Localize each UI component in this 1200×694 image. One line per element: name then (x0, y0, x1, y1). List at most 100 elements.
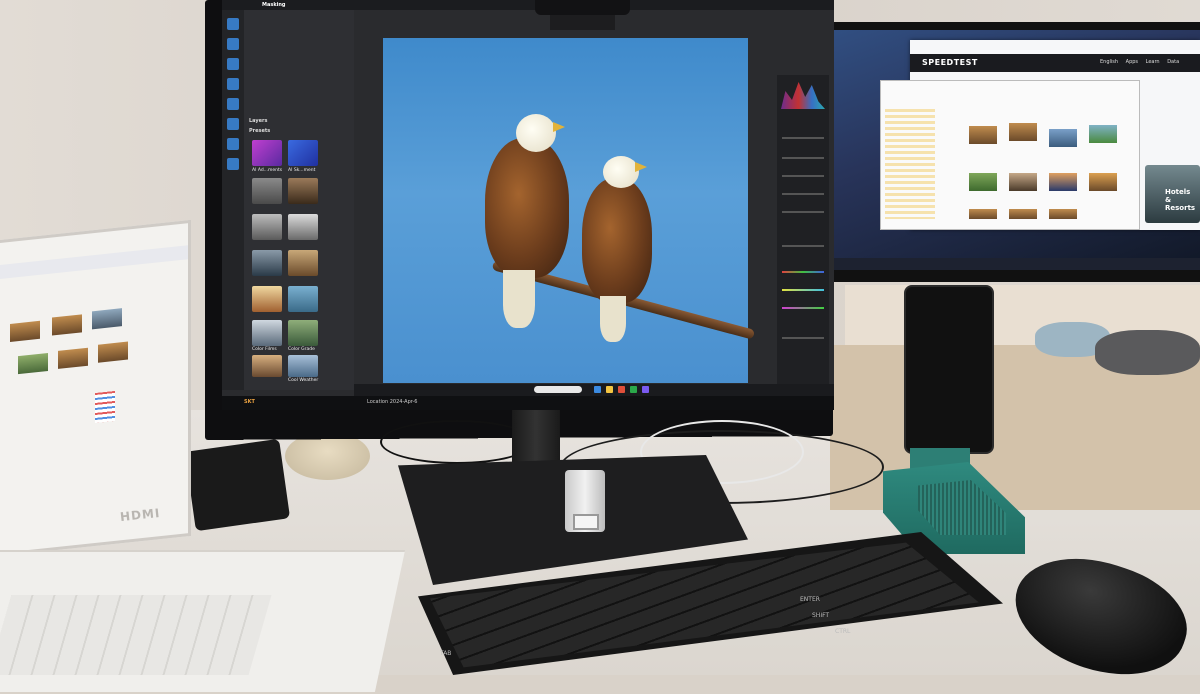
crop-tool-icon[interactable] (227, 78, 239, 90)
taskbar-app-icon[interactable] (606, 386, 613, 393)
preset-thumb[interactable] (288, 214, 318, 240)
preset-thumb[interactable] (288, 250, 318, 276)
preset-cool-weather[interactable] (288, 355, 318, 377)
eagle-right-beak (635, 162, 647, 172)
preset-thumb[interactable] (252, 286, 282, 312)
eagle-left-body (485, 138, 569, 278)
preset-thumb[interactable] (252, 214, 282, 240)
laptop-chart (95, 390, 115, 424)
photo-thumbnail[interactable] (1089, 173, 1117, 191)
preset-thumb[interactable] (288, 286, 318, 312)
tray (1095, 330, 1200, 375)
taskbar-app-icon[interactable] (594, 386, 601, 393)
preset-color-grade[interactable] (288, 320, 318, 346)
taskbar-app-icon[interactable] (630, 386, 637, 393)
laptop-screen (0, 219, 191, 556)
photo-canvas[interactable] (383, 38, 756, 383)
photo-thumbnail[interactable] (1089, 125, 1117, 143)
adjustment-slider[interactable] (782, 211, 824, 213)
eagle-left-beak (553, 122, 565, 132)
clone-tool-icon[interactable] (227, 118, 239, 130)
adjustment-slider[interactable] (782, 157, 824, 159)
adjustments-panel (777, 75, 829, 390)
photo-thumbnail[interactable] (969, 209, 997, 219)
main-monitor-screen: Masking Layers Presets AI Ad...ments AI … (222, 0, 834, 410)
adjustment-slider[interactable] (782, 137, 824, 139)
key-ctrl: CTRL (835, 628, 851, 635)
preset-thumb[interactable] (288, 178, 318, 204)
key-shift: SHIFT (812, 612, 830, 619)
laptop-thumbnail (92, 308, 122, 330)
laptop-thumbnail (98, 341, 128, 363)
photo-thumbnail[interactable] (1049, 209, 1077, 219)
laptop-thumbnail (52, 314, 82, 336)
laptop-thumbnail (58, 347, 88, 369)
taskbar-app-icon[interactable] (618, 386, 625, 393)
preset-ai-adjustments[interactable] (252, 140, 282, 166)
photo-thumbnail[interactable] (1049, 173, 1077, 191)
adjustment-slider[interactable] (782, 307, 824, 309)
eagle-right-body (582, 178, 652, 303)
photo-thumbnail[interactable] (1049, 129, 1077, 147)
nav-item[interactable]: English (1100, 59, 1118, 65)
photo-thumbnail[interactable] (1009, 209, 1037, 219)
eagle-right-head (603, 156, 639, 188)
file-explorer-window[interactable] (880, 80, 1140, 230)
nav-item[interactable]: Data (1167, 59, 1179, 65)
preset-thumb[interactable] (252, 250, 282, 276)
menu-item[interactable]: Masking (262, 2, 286, 8)
app-menubar: Masking (222, 0, 834, 10)
speedtest-logo: SPEEDTEST (922, 58, 978, 67)
mask-tool-icon[interactable] (227, 58, 239, 70)
taskbar-app-icon[interactable] (642, 386, 649, 393)
key-enter: ENTER (800, 596, 820, 603)
eagle-left-tail (503, 270, 535, 328)
preset-color-films[interactable] (252, 320, 282, 346)
photo-thumbnail[interactable] (1009, 173, 1037, 191)
windows-taskbar (354, 384, 834, 396)
adjustment-slider[interactable] (782, 271, 824, 273)
adjustment-slider[interactable] (782, 175, 824, 177)
preset-thumb[interactable] (252, 355, 282, 377)
eagle-right-tail (600, 296, 626, 342)
smartphone (904, 285, 994, 454)
adjustment-slider[interactable] (782, 337, 824, 339)
layers-tool-icon[interactable] (227, 38, 239, 50)
preset-label: AI Sk...ment (288, 168, 316, 173)
effects-tool-icon[interactable] (227, 158, 239, 170)
preset-ai-sky[interactable] (288, 140, 318, 166)
preset-label: AI Ad...ments (252, 168, 283, 173)
preset-label: Cool Weather (288, 378, 319, 383)
presets-heading: Presets (249, 128, 271, 134)
photo-thumbnail[interactable] (969, 173, 997, 191)
browser-nav: English Apps Learn Data (1100, 59, 1179, 65)
eagle-left-head (516, 114, 556, 152)
photo-location: Location 2024-Apr-6 (367, 399, 418, 405)
tools-sidebar (222, 10, 244, 390)
taskbar-search[interactable] (534, 386, 582, 393)
promo-text: Hotels & Resorts (1165, 188, 1196, 212)
preset-label: Color Films (252, 347, 277, 352)
adjustment-slider[interactable] (782, 193, 824, 195)
laptop-thumbnail (18, 352, 48, 375)
nav-item[interactable]: Learn (1146, 59, 1160, 65)
edit-tool-icon[interactable] (227, 18, 239, 30)
erase-tool-icon[interactable] (227, 98, 239, 110)
text-tool-icon[interactable] (227, 138, 239, 150)
histogram (781, 82, 825, 109)
power-brick (184, 438, 291, 532)
right-monitor-taskbar (827, 258, 1200, 270)
left-panel: Layers Presets AI Ad...ments AI Sk...men… (244, 10, 354, 390)
photo-thumbnail[interactable] (969, 126, 997, 144)
preset-thumb[interactable] (252, 178, 282, 204)
cable (380, 420, 534, 464)
laptop-keyboard (0, 595, 272, 675)
nav-item[interactable]: Apps (1126, 59, 1138, 65)
adjustment-slider[interactable] (782, 245, 824, 247)
webcam (535, 0, 630, 15)
weather-widget[interactable]: SKT (244, 399, 255, 405)
laptop-toolbar (0, 245, 188, 279)
adjustment-slider[interactable] (782, 289, 824, 291)
bottom-status-bar: SKT Location 2024-Apr-6 (222, 396, 834, 410)
photo-thumbnail[interactable] (1009, 123, 1037, 141)
